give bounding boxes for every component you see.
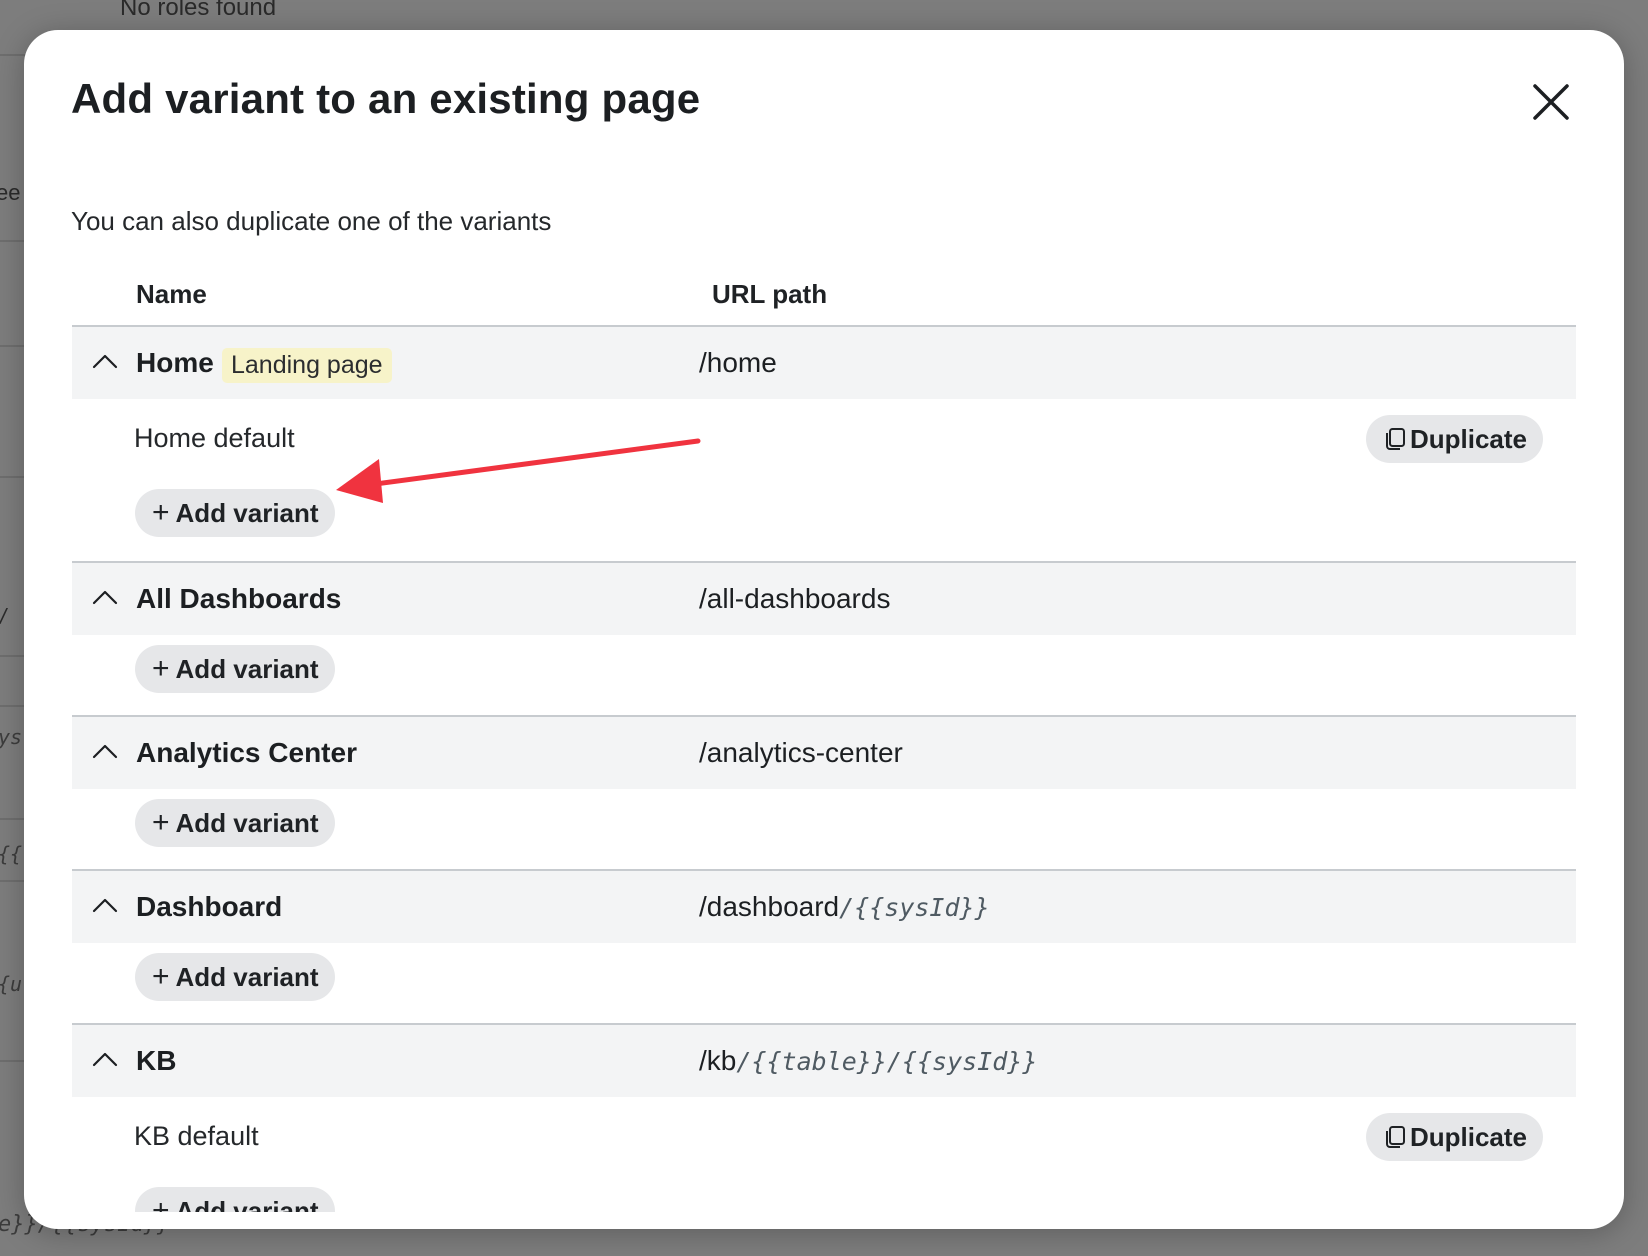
add-variant-row: + Add variant [72,635,1576,715]
plus-icon: + [152,652,170,685]
variant-row: KB default Duplicate [72,1097,1576,1177]
page-row[interactable]: Home Landing page /home [72,327,1576,399]
page-url: /kb/{{table}}/{{sysId}} [699,1045,1037,1077]
url-path: /analytics-center [699,737,903,768]
add-variant-label: Add variant [175,961,319,992]
close-button[interactable] [1529,80,1573,124]
add-variant-button[interactable]: + Add variant [135,1187,335,1212]
copy-icon [1385,428,1405,450]
chevron-up-icon [92,354,118,369]
add-variant-row: + Add variant [72,943,1576,1023]
plus-icon: + [152,496,170,529]
url-path: /all-dashboards [699,583,891,614]
collapse-button[interactable] [90,347,120,377]
add-variant-modal: Add variant to an existing page You can … [24,30,1624,1229]
landing-page-badge: Landing page [222,348,392,383]
background-no-roles-text: No roles found [120,0,277,21]
url-parameter: /{{sysId}} [839,893,990,922]
chevron-up-icon [92,744,118,759]
page-group-analytics-center: Analytics Center /analytics-center + Add… [72,717,1576,871]
duplicate-label: Duplicate [1409,1121,1527,1152]
url-path: /home [699,347,777,378]
collapse-button[interactable] [90,1045,120,1075]
page-url: /analytics-center [699,737,903,769]
add-variant-label: Add variant [175,807,319,838]
page-group-all-dashboards: All Dashboards /all-dashboards + Add var… [72,563,1576,717]
pages-table: Name URL path Home Landing page /home Ho… [72,265,1576,1212]
background-fragment: / [0,604,7,629]
page-group-home: Home Landing page /home Home default Dup… [72,327,1576,563]
url-path: /dashboard [699,891,840,922]
collapse-button[interactable] [90,891,120,921]
duplicate-label: Duplicate [1409,423,1527,454]
add-variant-button[interactable]: + Add variant [135,953,335,1001]
page-name: KB [136,1045,177,1076]
add-variant-button[interactable]: + Add variant [135,645,335,693]
page-row[interactable]: Dashboard /dashboard/{{sysId}} [72,871,1576,943]
url-parameter: /{{table}}/{{sysId}} [736,1047,1038,1076]
copy-icon [1385,1126,1405,1148]
variant-name: Home default [134,423,295,453]
modal-title: Add variant to an existing page [71,75,701,122]
page-row[interactable]: Analytics Center /analytics-center [72,717,1576,789]
chevron-up-icon [92,590,118,605]
chevron-up-icon [92,898,118,913]
add-variant-row: + Add variant [72,789,1576,869]
page-url: /home [699,347,777,379]
chevron-up-icon [92,1052,118,1067]
page-name: Analytics Center [136,737,357,768]
page-group-dashboard: Dashboard /dashboard/{{sysId}} + Add var… [72,871,1576,1025]
column-header-name: Name [136,279,207,309]
modal-subtitle: You can also duplicate one of the varian… [71,206,552,236]
duplicate-button[interactable]: Duplicate [1365,415,1543,463]
page-group-kb: KB /kb/{{table}}/{{sysId}} KB default Du… [72,1025,1576,1212]
variant-name: KB default [134,1121,259,1151]
background-fragment: {{ [0,842,23,866]
collapse-button[interactable] [90,737,120,767]
plus-icon: + [152,960,170,993]
page-row[interactable]: KB /kb/{{table}}/{{sysId}} [72,1025,1576,1097]
add-variant-button[interactable]: + Add variant [135,799,335,847]
page-row[interactable]: All Dashboards /all-dashboards [72,563,1576,635]
page-name: All Dashboards [136,583,342,614]
add-variant-row: + Add variant [72,479,1576,561]
url-path: /kb [699,1045,737,1076]
page-name: Dashboard [136,891,283,922]
page-name: Home [136,347,214,378]
collapse-button[interactable] [90,583,120,613]
background-fragment: ys [0,725,23,749]
add-variant-button[interactable]: + Add variant [135,489,335,537]
add-variant-label: Add variant [175,653,319,684]
column-header-url: URL path [712,279,828,309]
page-url: /all-dashboards [699,583,890,615]
add-variant-row: + Add variant [72,1177,1576,1212]
add-variant-label: Add variant [175,497,319,528]
plus-icon: + [152,1194,170,1213]
variant-row: Home default Duplicate [72,399,1576,479]
page-url: /dashboard/{{sysId}} [699,891,990,923]
plus-icon: + [152,806,170,839]
close-icon [1533,84,1569,120]
background-fragment: ee [0,180,21,205]
add-variant-label: Add variant [175,1195,319,1213]
background-fragment: {u [0,972,23,996]
duplicate-button[interactable]: Duplicate [1365,1113,1543,1161]
table-header: Name URL path [72,265,1576,327]
